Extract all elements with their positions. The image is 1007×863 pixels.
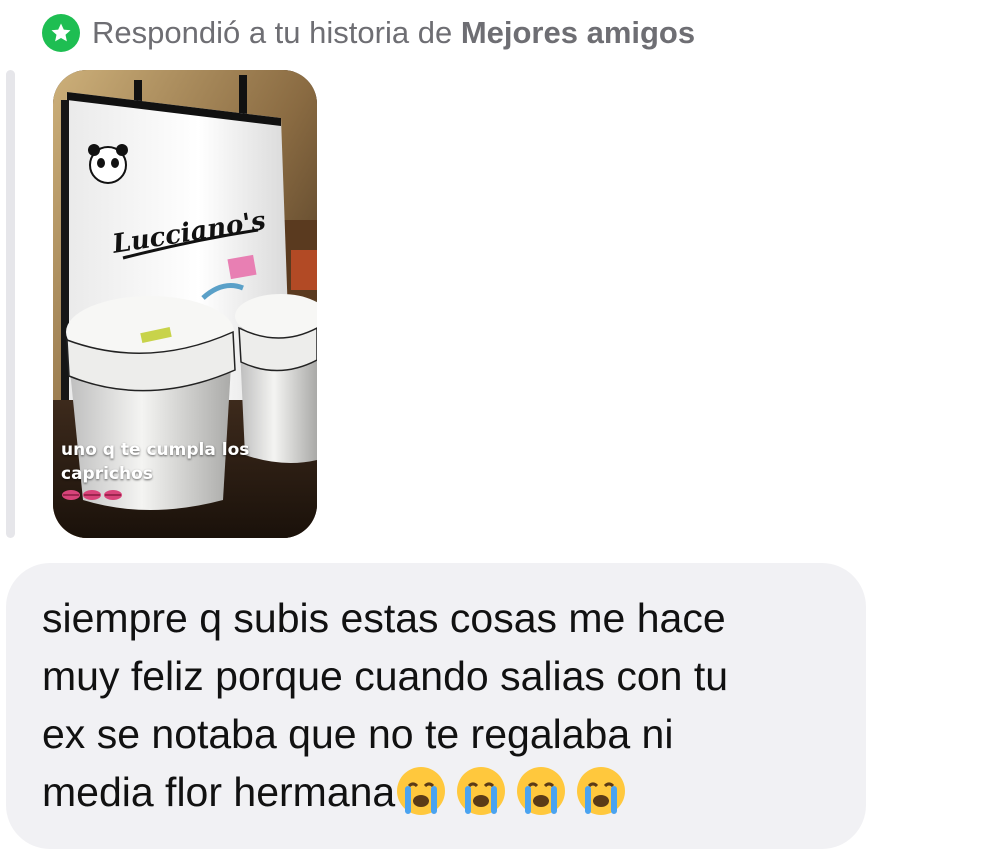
crying-face-emoji (517, 767, 566, 816)
message-text: siempre q subis estas cosas me hace muy … (42, 589, 836, 821)
crying-face-emoji (577, 767, 626, 816)
crying-face-emoji (457, 767, 506, 816)
close-friends-label: Mejores amigos (460, 15, 696, 50)
message-bubble[interactable]: siempre q subis estas cosas me hace muy … (6, 563, 866, 849)
star-icon (42, 14, 80, 52)
emoji-row (395, 767, 627, 821)
header-text: Respondió a tu historia de Mejores amigo… (92, 15, 695, 51)
story-caption-text: uno q te cumpla los caprichos (61, 440, 250, 484)
story-caption: uno q te cumpla los caprichos (61, 438, 311, 504)
story-thumbnail[interactable]: Lucciano's uno q te cumpla los caprichos (53, 70, 317, 538)
story-reply-header: Respondió a tu historia de Mejores amigo… (42, 14, 695, 52)
lips-emoji (62, 490, 122, 500)
header-prefix: Respondió a tu historia de (92, 15, 453, 50)
reply-indicator-bar (6, 70, 15, 538)
crying-face-emoji (397, 767, 446, 816)
